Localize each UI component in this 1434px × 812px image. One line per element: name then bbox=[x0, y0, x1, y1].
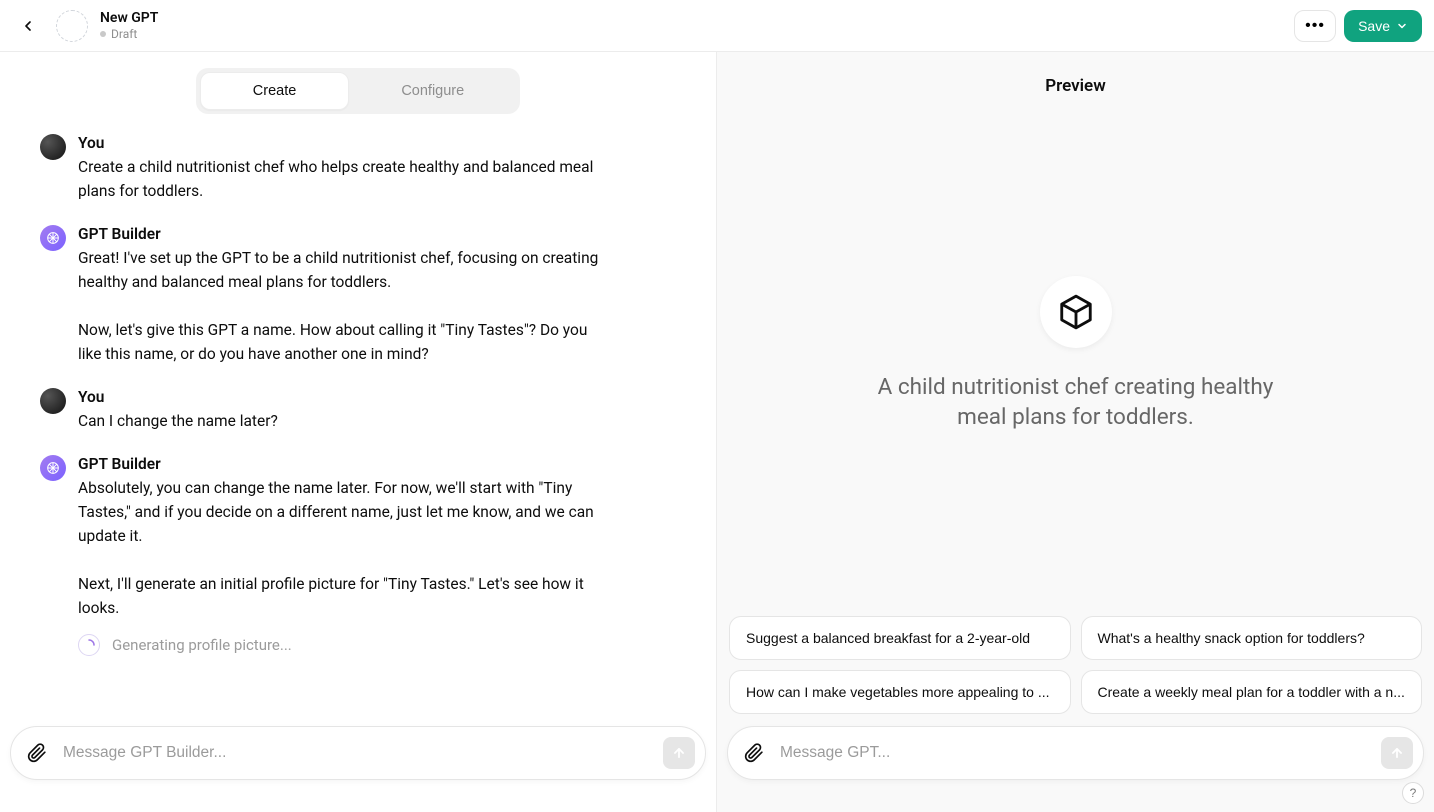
more-options-button[interactable]: ••• bbox=[1294, 10, 1336, 42]
suggestion-button[interactable]: How can I make vegetables more appealing… bbox=[729, 670, 1071, 714]
chat-author: GPT Builder bbox=[78, 225, 676, 243]
chat-message: GPT Builder Great! I've set up the GPT t… bbox=[40, 225, 676, 366]
help-button[interactable]: ? bbox=[1402, 782, 1424, 804]
user-avatar bbox=[40, 134, 66, 160]
preview-description: A child nutritionist chef creating healt… bbox=[856, 372, 1296, 433]
preview-send-button[interactable] bbox=[1381, 737, 1413, 769]
chat-text: Great! I've set up the GPT to be a child… bbox=[78, 246, 608, 366]
paperclip-icon bbox=[744, 743, 764, 763]
chat-message: You Create a child nutritionist chef who… bbox=[40, 134, 676, 203]
builder-message-input[interactable] bbox=[63, 744, 653, 762]
status-dot-icon bbox=[100, 31, 106, 37]
builder-panel: Create Configure You Create a child nutr… bbox=[0, 52, 717, 812]
builder-composer bbox=[10, 726, 706, 780]
box-icon bbox=[1057, 293, 1095, 331]
tab-configure[interactable]: Configure bbox=[349, 72, 516, 110]
chat-message: You Can I change the name later? bbox=[40, 388, 676, 433]
user-avatar bbox=[40, 388, 66, 414]
chat-text: Can I change the name later? bbox=[78, 409, 608, 433]
generating-status: Generating profile picture... bbox=[78, 634, 676, 656]
openai-swirl-icon bbox=[45, 460, 61, 476]
save-button-label: Save bbox=[1358, 18, 1390, 34]
suggested-prompts: Suggest a balanced breakfast for a 2-yea… bbox=[717, 604, 1434, 714]
arrow-up-icon bbox=[672, 746, 686, 760]
builder-avatar bbox=[40, 455, 66, 481]
arrow-up-icon bbox=[1390, 746, 1404, 760]
preview-gpt-icon-placeholder bbox=[1040, 276, 1112, 348]
generating-status-text: Generating profile picture... bbox=[112, 636, 292, 654]
suggestion-button[interactable]: Suggest a balanced breakfast for a 2-yea… bbox=[729, 616, 1071, 660]
attach-file-button[interactable] bbox=[21, 737, 53, 769]
attach-file-button[interactable] bbox=[738, 737, 770, 769]
back-button[interactable] bbox=[12, 10, 44, 42]
draft-status-label: Draft bbox=[111, 27, 137, 41]
chat-message: GPT Builder Absolutely, you can change t… bbox=[40, 455, 676, 656]
suggestion-button[interactable]: What's a healthy snack option for toddle… bbox=[1081, 616, 1423, 660]
chevron-down-icon bbox=[1396, 20, 1408, 32]
chat-text: Absolutely, you can change the name late… bbox=[78, 476, 608, 620]
paperclip-icon bbox=[27, 743, 47, 763]
preview-title: Preview bbox=[717, 52, 1434, 104]
chat-author: You bbox=[78, 388, 676, 406]
header-bar: New GPT Draft ••• Save bbox=[0, 0, 1434, 52]
save-button[interactable]: Save bbox=[1344, 10, 1422, 42]
builder-send-button[interactable] bbox=[663, 737, 695, 769]
chat-text: Create a child nutritionist chef who hel… bbox=[78, 155, 608, 203]
preview-message-input[interactable] bbox=[780, 744, 1371, 762]
more-icon: ••• bbox=[1305, 17, 1325, 35]
openai-swirl-icon bbox=[45, 230, 61, 246]
chat-author: GPT Builder bbox=[78, 455, 676, 473]
tab-create[interactable]: Create bbox=[200, 72, 350, 110]
chat-author: You bbox=[78, 134, 676, 152]
builder-avatar bbox=[40, 225, 66, 251]
page-title: New GPT bbox=[100, 10, 158, 26]
preview-composer bbox=[727, 726, 1424, 780]
chevron-left-icon bbox=[20, 18, 36, 34]
draft-avatar-placeholder bbox=[56, 10, 88, 42]
draft-status: Draft bbox=[100, 27, 158, 41]
preview-panel: Preview A child nutritionist chef creati… bbox=[717, 52, 1434, 812]
suggestion-button[interactable]: Create a weekly meal plan for a toddler … bbox=[1081, 670, 1423, 714]
loading-spinner-icon bbox=[78, 634, 100, 656]
chat-scroll-area[interactable]: You Create a child nutritionist chef who… bbox=[0, 118, 716, 714]
